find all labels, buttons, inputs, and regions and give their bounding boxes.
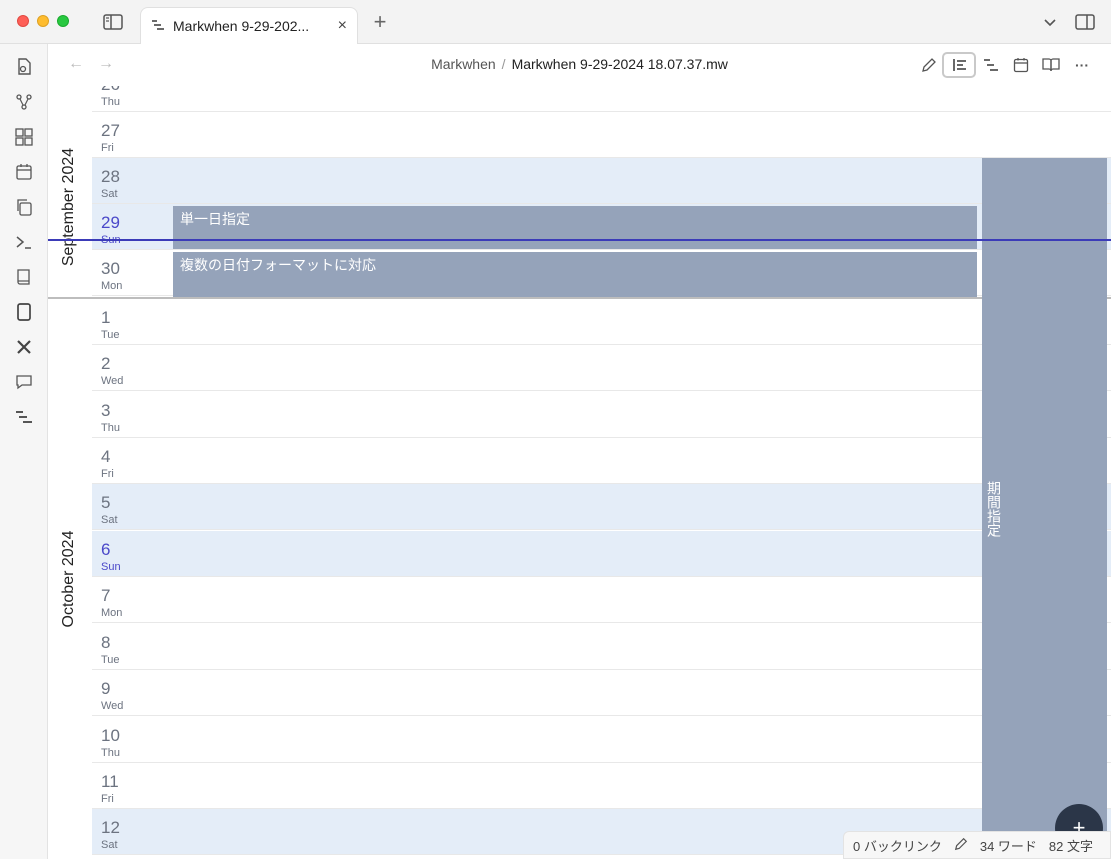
day-number: 9 (101, 679, 111, 698)
gantt-view-icon[interactable] (980, 54, 1002, 76)
copy-icon[interactable] (14, 197, 34, 217)
comment-icon[interactable] (14, 372, 34, 392)
backlinks-count[interactable]: 0 バックリンク (853, 836, 942, 855)
day-row: 28 Sat (92, 158, 1111, 204)
terminal-icon[interactable] (14, 232, 34, 252)
day-name: Fri (101, 468, 114, 480)
day-name: Sat (101, 839, 118, 851)
breadcrumb-separator: / (501, 56, 506, 72)
day-row: 11 Fri (92, 763, 1111, 809)
timeline-icon (151, 18, 165, 34)
current-time-line (48, 239, 1111, 241)
day-name: Thu (101, 747, 120, 759)
day-name: Thu (101, 422, 120, 434)
breadcrumb-folder[interactable]: Markwhen (431, 56, 496, 72)
day-number: 11 (101, 772, 119, 791)
tab-label: Markwhen 9-29-202... (173, 18, 310, 34)
day-name: Tue (101, 654, 120, 666)
day-name: Sat (101, 188, 118, 200)
day-row: 6 Sun (92, 531, 1111, 577)
day-name: Fri (101, 142, 114, 154)
day-row: 10 Thu (92, 717, 1111, 763)
day-number: 5 (101, 493, 111, 512)
day-number: 2 (101, 354, 111, 373)
word-count: 34 ワード (979, 838, 1037, 854)
file-search-icon[interactable] (14, 57, 34, 77)
day-number: 10 (101, 726, 120, 745)
pencil-icon[interactable] (918, 54, 940, 76)
view-header: ← → Markwhen / Markwhen 9-29-2024 18.07.37… (48, 44, 1111, 86)
new-tab-icon[interactable]: + (370, 9, 390, 34)
day-row: 2 Wed (92, 345, 1111, 391)
day-row: 8 Tue (92, 624, 1111, 670)
left-ribbon (0, 44, 48, 859)
minimize-window-button[interactable] (37, 15, 49, 27)
day-number: 29 (101, 213, 120, 232)
day-number: 4 (101, 447, 111, 466)
day-number: 1 (101, 308, 111, 327)
range-event-label: 期間指定 (986, 481, 1002, 537)
day-name: Mon (101, 280, 123, 292)
day-number: 6 (101, 540, 111, 559)
day-row: 9 Wed (92, 670, 1111, 716)
event-bar[interactable]: 複数の日付フォーマットに対応 (173, 252, 977, 297)
dashboard-icon[interactable] (14, 127, 34, 147)
tools-icon[interactable] (14, 337, 34, 357)
graph-icon[interactable] (14, 92, 34, 112)
day-number: 8 (101, 633, 111, 652)
calendar-view-icon[interactable] (1010, 54, 1032, 76)
day-row: 27 Fri (92, 112, 1111, 158)
day-row: 1 Tue (92, 299, 1111, 345)
maximize-window-button[interactable] (57, 15, 69, 27)
timeline-view: 26Thu 27Fri 28Sat 29Sun 30Mon 1Tue 2Wed … (48, 86, 1111, 859)
day-number: 28 (101, 167, 120, 186)
month-label: October 2024 (60, 530, 77, 628)
tablet-icon[interactable] (14, 302, 34, 322)
day-name: Mon (101, 607, 123, 619)
day-number: 3 (101, 401, 111, 420)
month-label: September 2024 (60, 147, 77, 267)
title-bar: Markwhen 9-29-202... × + (0, 0, 1111, 44)
tab-close-icon[interactable]: × (338, 17, 347, 35)
event-bar[interactable]: 単一日指定 (173, 206, 977, 249)
day-number: 30 (101, 259, 120, 278)
more-options-icon[interactable]: ··· (1071, 54, 1093, 76)
day-name: Sat (101, 514, 118, 526)
day-name: Sun (101, 561, 121, 573)
status-bar: 0 バックリンク 34 ワード 82 文字 (843, 831, 1111, 859)
breadcrumb-file[interactable]: Markwhen 9-29-2024 18.07.37.mw (512, 56, 728, 72)
day-name: Wed (101, 375, 124, 387)
sidebar-toggle-icon[interactable] (103, 12, 123, 32)
active-tab[interactable]: Markwhen 9-29-202... × (140, 7, 358, 44)
day-row: 5 Sat (92, 484, 1111, 530)
pencil-icon[interactable] (954, 837, 968, 854)
timeline-view-icon[interactable] (942, 52, 976, 78)
right-sidebar-toggle-icon[interactable] (1075, 12, 1095, 32)
chevron-down-icon[interactable] (1040, 12, 1060, 32)
calendar-icon[interactable] (14, 162, 34, 182)
char-count: 82 文字 (1048, 838, 1093, 854)
day-name: Thu (101, 96, 120, 108)
day-name: Tue (101, 329, 120, 341)
day-row: 4 Fri (92, 438, 1111, 484)
day-row: 7 Mon (92, 577, 1111, 623)
day-number: 7 (101, 586, 111, 605)
book-icon[interactable] (14, 267, 34, 287)
timeline-icon[interactable] (14, 407, 34, 427)
day-number: 26 (101, 86, 120, 95)
reading-view-icon[interactable] (1040, 54, 1062, 76)
close-window-button[interactable] (17, 15, 29, 27)
day-number: 27 (101, 121, 120, 140)
day-row: 3 Thu (92, 392, 1111, 438)
day-number: 12 (101, 818, 120, 837)
day-name: Wed (101, 700, 124, 712)
day-row: 26Thu (92, 86, 1111, 112)
day-name: Fri (101, 793, 114, 805)
